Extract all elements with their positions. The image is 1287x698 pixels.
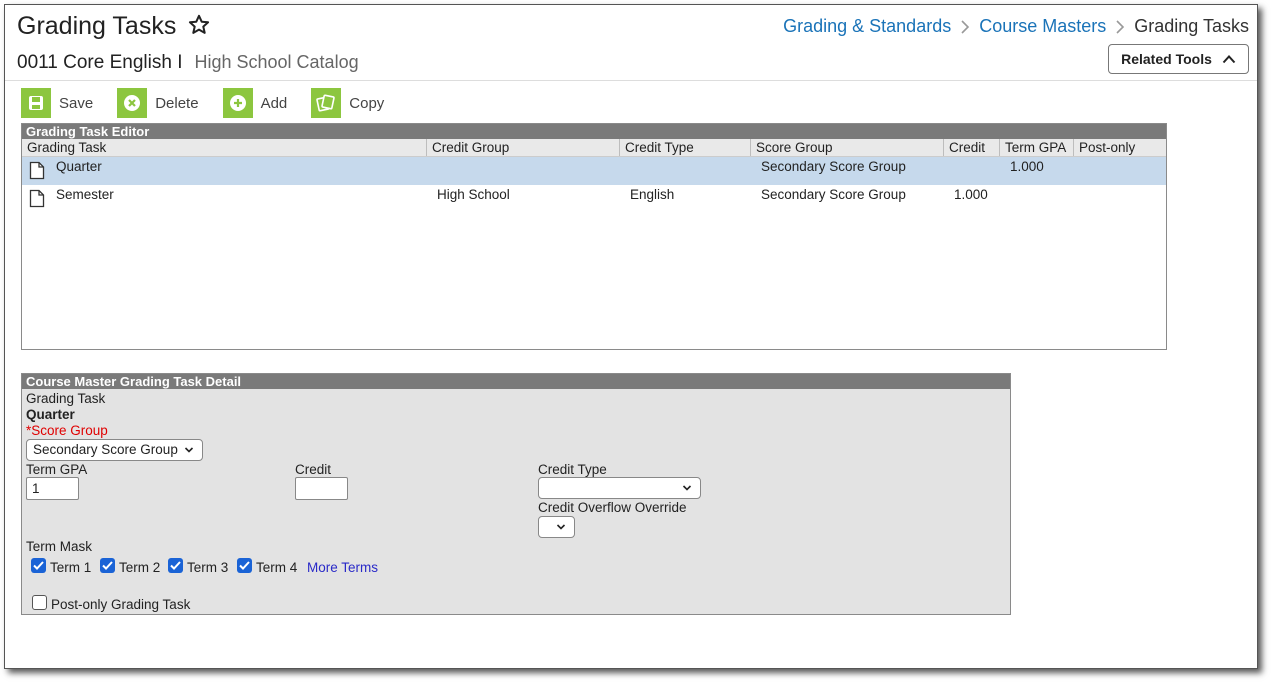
copy-icon	[311, 88, 342, 118]
cell-post-only	[1074, 185, 1166, 213]
save-label: Save	[59, 94, 94, 112]
term-gpa-input[interactable]: 1	[26, 477, 79, 500]
term-gpa-label: Term GPA	[26, 462, 88, 477]
delete-label: Delete	[155, 94, 199, 112]
column-header-score-group[interactable]: Score Group	[751, 139, 944, 156]
cell-credit-type: English	[630, 187, 675, 202]
term-3-checkbox[interactable]	[168, 558, 183, 573]
page-title: Grading Tasks	[17, 12, 177, 40]
cell-credit-group	[427, 157, 620, 185]
delete-button[interactable]: Delete	[117, 88, 199, 118]
checkmark-icon	[102, 561, 113, 570]
catalog-name: High School Catalog	[194, 52, 359, 72]
header-divider	[5, 80, 1257, 81]
save-icon	[21, 88, 51, 118]
table-row[interactable]: Quarter Secondary Score Group 1.000	[22, 157, 1166, 185]
copy-label: Copy	[349, 94, 385, 112]
document-icon	[29, 189, 45, 208]
score-group-label: *Score Group	[26, 423, 108, 438]
column-header-credit[interactable]: Credit	[944, 139, 1000, 156]
grading-task-value: Quarter	[26, 407, 75, 422]
term-4-label: Term 4	[256, 560, 298, 575]
chevron-down-icon	[682, 485, 692, 491]
cell-post-only	[1074, 157, 1166, 185]
document-icon	[29, 161, 45, 180]
chevron-right-icon	[960, 19, 970, 34]
post-only-checkbox[interactable]	[32, 595, 47, 610]
course-subtitle: 0011 Core English I High School Catalog	[17, 52, 359, 74]
save-button[interactable]: Save	[21, 88, 93, 118]
cell-score-group: Secondary Score Group	[761, 187, 906, 202]
related-tools-button[interactable]: Related Tools	[1108, 44, 1249, 74]
column-header-post-only[interactable]: Post-only	[1074, 139, 1166, 156]
column-header-term-gpa[interactable]: Term GPA	[1000, 139, 1074, 156]
detail-title: Course Master Grading Task Detail	[22, 374, 1010, 389]
add-icon	[222, 88, 253, 118]
course-name: 0011 Core English I	[17, 52, 183, 73]
column-header-credit-type[interactable]: Credit Type	[620, 139, 751, 156]
score-group-label-text: Score Group	[31, 423, 108, 438]
term-3-label: Term 3	[187, 560, 229, 575]
cell-credit	[944, 157, 1000, 185]
column-header-grading-task[interactable]: Grading Task	[22, 139, 427, 156]
cell-credit: 1.000	[954, 187, 988, 202]
term-4-checkbox[interactable]	[237, 558, 252, 573]
term-2-checkbox[interactable]	[100, 558, 115, 573]
chevron-down-icon	[556, 524, 566, 530]
chevron-down-icon	[184, 447, 194, 453]
credit-overflow-select[interactable]	[538, 516, 575, 538]
editor-title: Grading Task Editor	[22, 124, 1166, 139]
score-group-select[interactable]: Secondary Score Group	[26, 439, 203, 461]
column-header-credit-group[interactable]: Credit Group	[427, 139, 620, 156]
credit-overflow-label: Credit Overflow Override	[538, 500, 687, 515]
breadcrumb-course-masters[interactable]: Course Masters	[979, 16, 1106, 37]
grading-task-label: Grading Task	[26, 391, 106, 406]
grading-task-editor: Grading Task Editor Grading Task Credit …	[21, 123, 1167, 350]
term-1-label: Term 1	[50, 560, 92, 575]
cell-term-gpa: 1.000	[1010, 159, 1044, 174]
term-mask-label: Term Mask	[26, 539, 93, 554]
delete-icon	[117, 88, 148, 118]
breadcrumb-current: Grading Tasks	[1134, 16, 1249, 36]
credit-label: Credit	[295, 462, 332, 477]
checkmark-icon	[33, 561, 44, 570]
post-only-label: Post-only Grading Task	[51, 597, 191, 612]
action-toolbar: Save Delete Add Copy	[21, 88, 408, 118]
chevron-up-icon	[1222, 55, 1236, 64]
checkmark-icon	[170, 561, 181, 570]
checkmark-icon	[239, 561, 250, 570]
cell-credit-group: High School	[437, 187, 510, 202]
app-window: Grading Tasks Grading & Standards Course…	[4, 4, 1258, 669]
credit-type-select[interactable]	[538, 477, 701, 499]
cell-term-gpa	[1000, 185, 1074, 213]
term-1-checkbox[interactable]	[31, 558, 46, 573]
table-row[interactable]: Semester High School English Secondary S…	[22, 185, 1166, 213]
cell-grading-task: Semester	[56, 187, 114, 202]
chevron-right-icon	[1115, 19, 1125, 34]
add-button[interactable]: Add	[222, 88, 288, 118]
cell-grading-task: Quarter	[56, 159, 102, 174]
copy-button[interactable]: Copy	[311, 88, 384, 118]
editor-column-headers: Grading Task Credit Group Credit Type Sc…	[22, 139, 1166, 157]
more-terms-link[interactable]: More Terms	[307, 560, 378, 575]
cell-credit-type	[620, 157, 751, 185]
breadcrumb-grading-standards[interactable]: Grading & Standards	[783, 16, 951, 37]
add-label: Add	[260, 94, 288, 112]
grading-task-detail-panel: Course Master Grading Task Detail Gradin…	[21, 373, 1011, 615]
term-2-label: Term 2	[119, 560, 161, 575]
cell-score-group: Secondary Score Group	[761, 159, 906, 174]
star-outline-icon[interactable]	[187, 13, 211, 37]
credit-type-label: Credit Type	[538, 462, 607, 477]
credit-input[interactable]	[295, 477, 348, 500]
breadcrumb: Grading & Standards Course Masters Gradi…	[783, 16, 1249, 37]
related-tools-label: Related Tools	[1121, 51, 1212, 67]
score-group-selected: Secondary Score Group	[33, 442, 178, 457]
